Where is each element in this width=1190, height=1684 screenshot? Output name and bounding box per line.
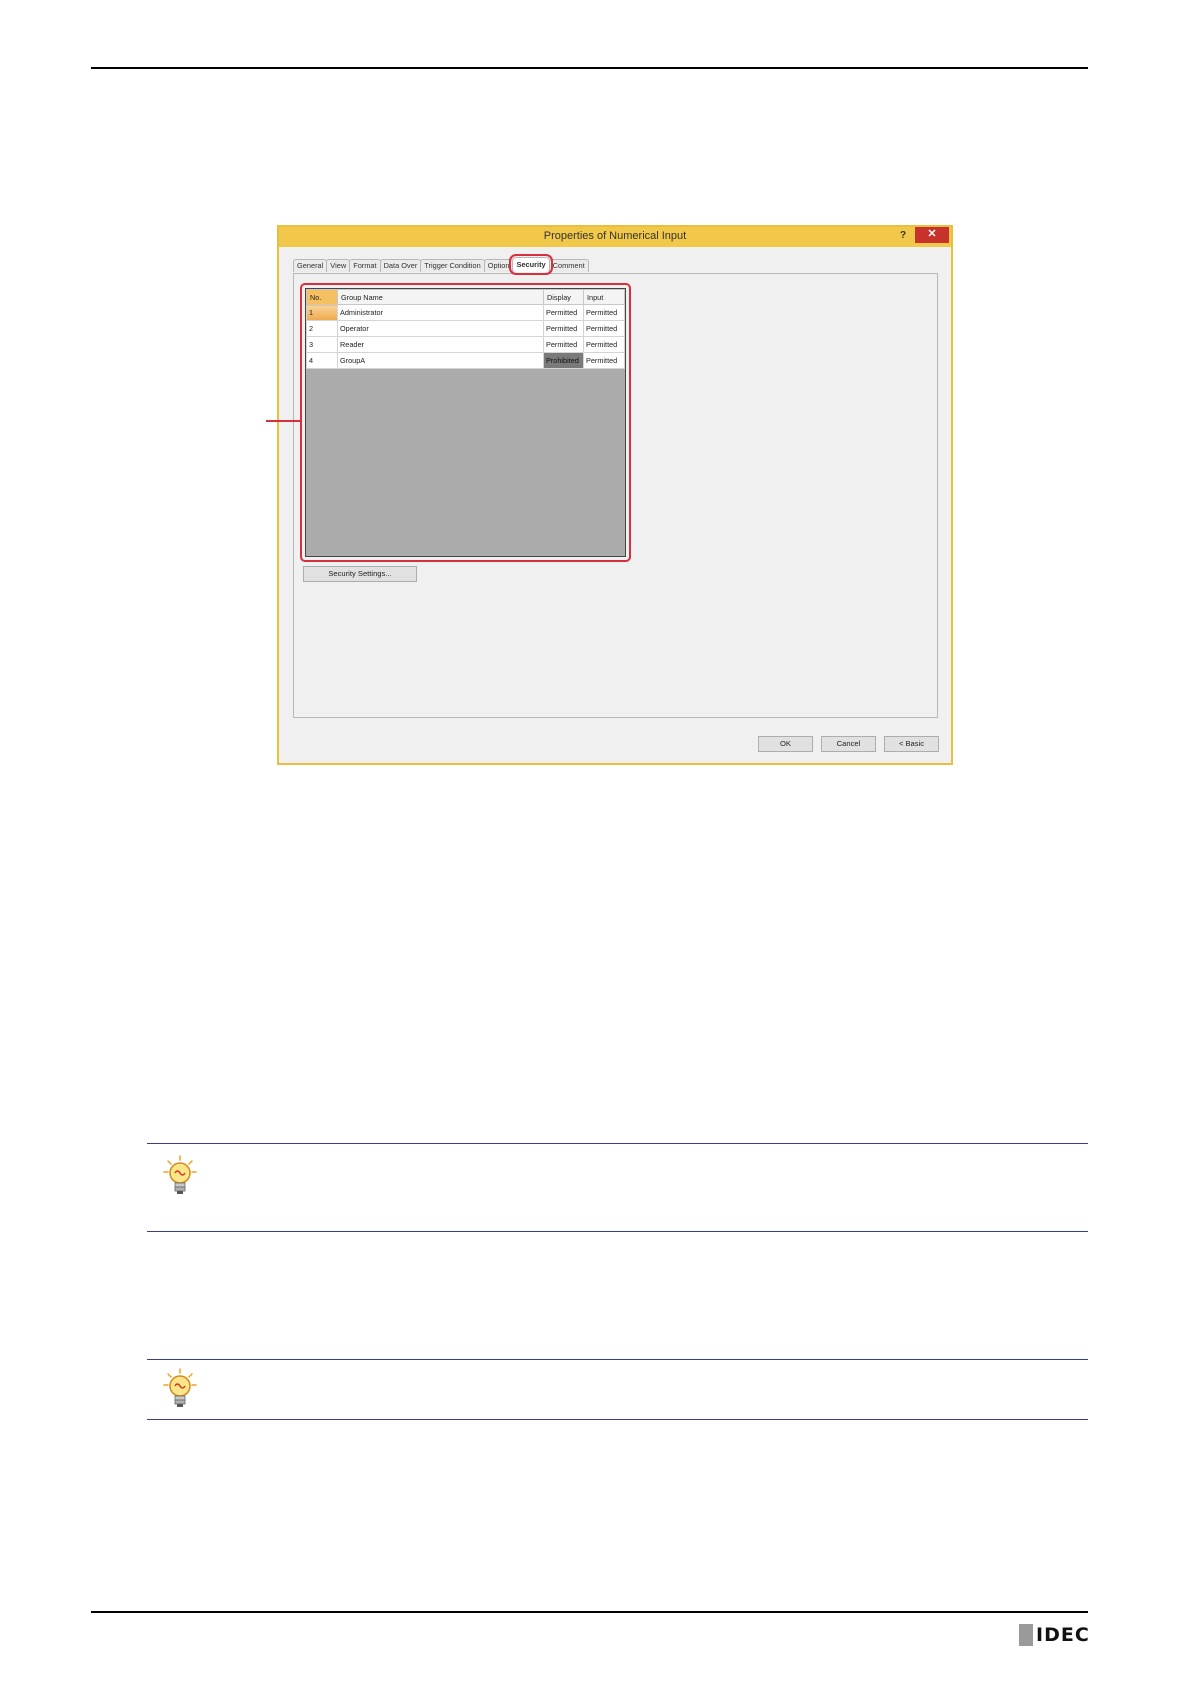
dialog-titlebar: Properties of Numerical Input ? ✕: [279, 227, 951, 247]
column-header-no[interactable]: No.: [306, 289, 338, 305]
header-rule: [91, 67, 1088, 69]
table-row[interactable]: 1 Administrator Permitted Permitted: [306, 304, 625, 321]
tab-general[interactable]: General: [293, 259, 328, 272]
row-group-name: Operator: [337, 320, 544, 337]
note-rule-bottom: [147, 1231, 1088, 1232]
properties-dialog: Properties of Numerical Input ? ✕ Genera…: [277, 225, 953, 765]
logo-text: IDEC: [1036, 1624, 1090, 1646]
table-row[interactable]: 3 Reader Permitted Permitted: [306, 336, 625, 353]
tab-trigger-condition[interactable]: Trigger Condition: [420, 259, 485, 272]
row-input-permission[interactable]: Permitted: [583, 320, 625, 337]
row-number: 4: [306, 352, 338, 369]
row-number: 2: [306, 320, 338, 337]
note-rule-top: [147, 1359, 1088, 1360]
row-display-permission[interactable]: Prohibited: [543, 352, 584, 369]
cancel-button[interactable]: Cancel: [821, 736, 876, 752]
note-rule-bottom: [147, 1419, 1088, 1420]
tab-security[interactable]: Security: [509, 254, 553, 275]
callout-line: [266, 420, 302, 422]
help-button[interactable]: ?: [895, 229, 911, 243]
table-row[interactable]: 4 GroupA Prohibited Permitted: [306, 352, 625, 369]
table-header-row: No. Group Name Display Input: [306, 289, 625, 305]
basic-button[interactable]: < Basic: [884, 736, 939, 752]
close-button[interactable]: ✕: [915, 227, 949, 243]
row-input-permission[interactable]: Permitted: [583, 336, 625, 353]
tab-view[interactable]: View: [326, 259, 351, 272]
dialog-title: Properties of Numerical Input: [543, 230, 687, 242]
ok-button[interactable]: OK: [758, 736, 813, 752]
row-group-name: Reader: [337, 336, 544, 353]
lightbulb-tip-icon: [163, 1155, 197, 1194]
row-display-permission[interactable]: Permitted: [543, 320, 584, 337]
column-header-display[interactable]: Display: [543, 289, 584, 305]
footer-rule: [91, 1611, 1088, 1613]
logo-mark: [1019, 1624, 1033, 1646]
security-group-list[interactable]: No. Group Name Display Input 1 Administr…: [305, 288, 626, 557]
row-input-permission[interactable]: Permitted: [583, 304, 625, 321]
idec-logo: IDEC: [1019, 1624, 1090, 1646]
tab-format[interactable]: Format: [349, 259, 381, 272]
tab-strip: General View Format Data Over Trigger Co…: [293, 254, 589, 275]
tab-option[interactable]: Option: [483, 259, 514, 272]
row-group-name: GroupA: [337, 352, 544, 369]
table-row[interactable]: 2 Operator Permitted Permitted: [306, 320, 625, 337]
tab-data-over[interactable]: Data Over: [379, 259, 422, 272]
row-display-permission[interactable]: Permitted: [543, 304, 584, 321]
row-number: 1: [306, 304, 338, 321]
tab-comment[interactable]: Comment: [548, 259, 589, 272]
security-settings-button[interactable]: Security Settings...: [303, 566, 417, 582]
lightbulb-tip-icon: [163, 1368, 197, 1407]
row-number: 3: [306, 336, 338, 353]
note-rule-top: [147, 1143, 1088, 1144]
column-header-input[interactable]: Input: [583, 289, 625, 305]
column-header-group-name[interactable]: Group Name: [337, 289, 544, 305]
row-group-name: Administrator: [337, 304, 544, 321]
security-list-highlight: No. Group Name Display Input 1 Administr…: [300, 283, 631, 562]
row-display-permission[interactable]: Permitted: [543, 336, 584, 353]
row-input-permission[interactable]: Permitted: [583, 352, 625, 369]
